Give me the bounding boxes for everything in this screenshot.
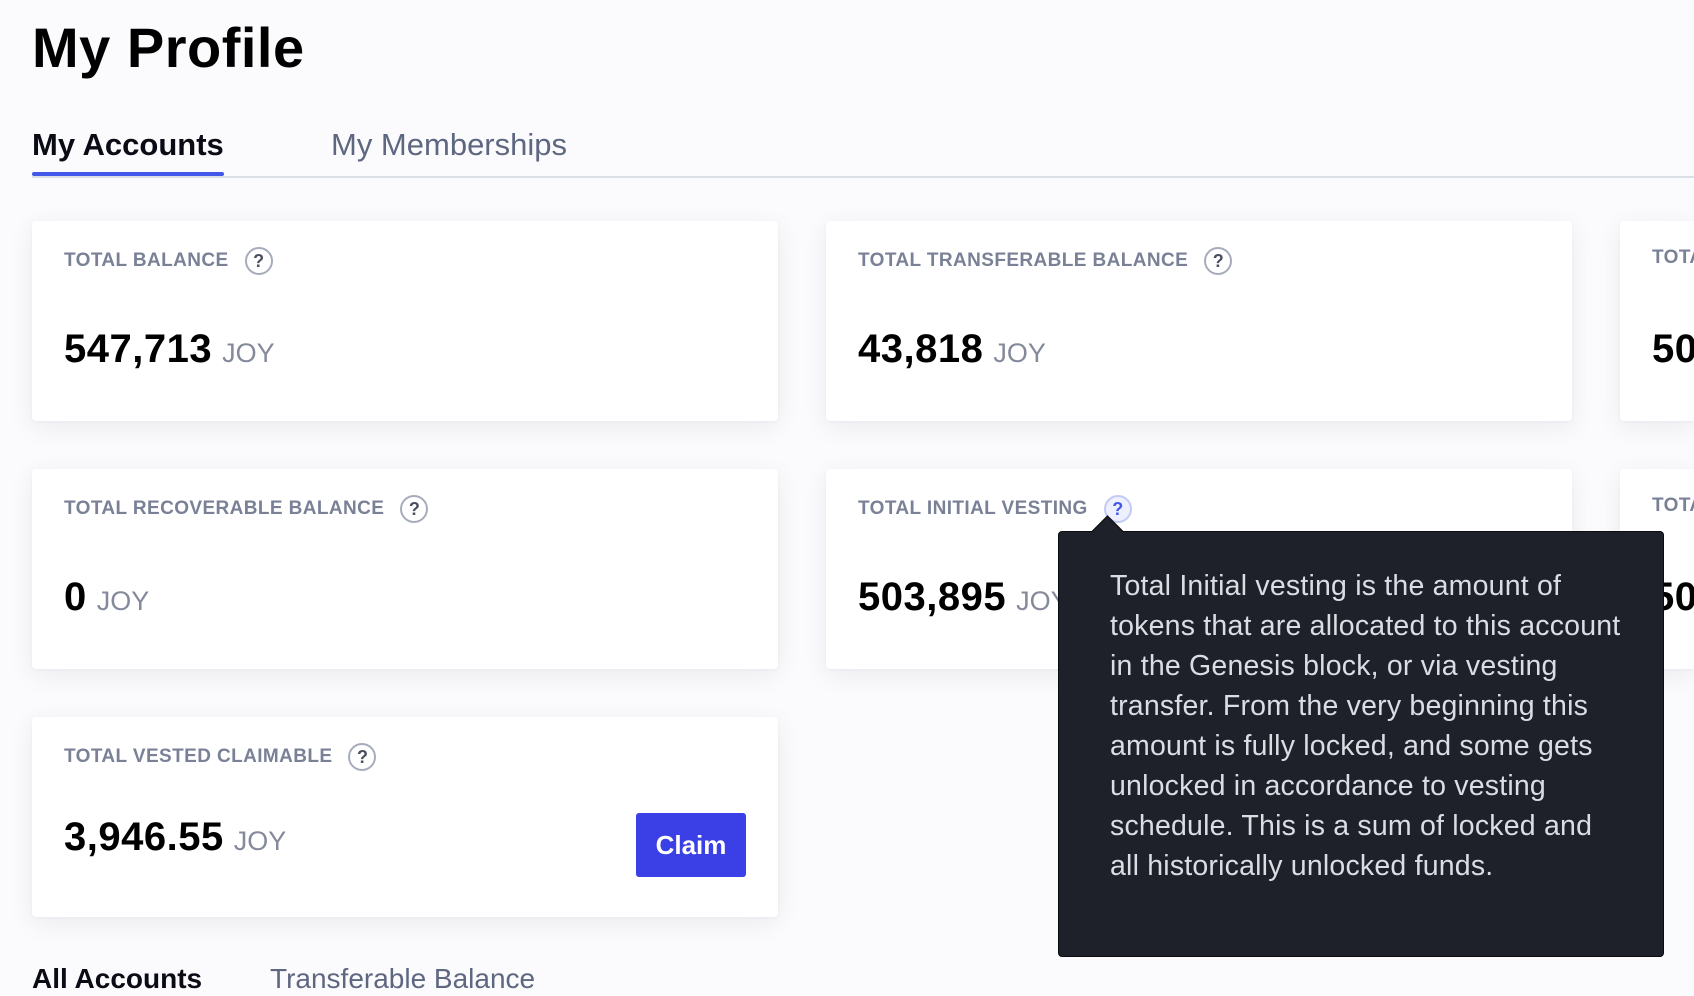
claim-button[interactable]: Claim [636,813,746,877]
partial-card-label: TOTA [1652,495,1694,516]
total-recoverable-balance-label: TOTAL RECOVERABLE BALANCE [64,498,385,519]
tab-all-accounts[interactable]: All Accounts [32,962,202,996]
total-balance-card: TOTAL BALANCE ? 547,713 JOY [32,221,778,421]
total-recoverable-balance-value: 0 JOY [64,575,149,620]
total-vested-claimable-amount: 3,946.55 [64,815,224,859]
total-balance-value: 547,713 JOY [64,327,275,372]
help-icon[interactable]: ? [244,247,273,275]
help-icon[interactable]: ? [348,743,377,771]
tab-transferable-balance[interactable]: Transferable Balance [270,962,535,996]
partial-balance-card-top: TOTA 50 [1620,221,1694,421]
total-transferable-balance-unit: JOY [993,338,1046,368]
partial-card-value: 50 [1652,327,1694,372]
page-title: My Profile [32,16,305,79]
total-balance-unit: JOY [222,338,275,368]
total-vested-claimable-value: 3,946.55 JOY [64,815,286,860]
total-transferable-balance-label: TOTAL TRANSFERABLE BALANCE [858,250,1189,271]
tab-my-memberships[interactable]: My Memberships [331,126,567,163]
total-initial-vesting-value: 503,895 JOY [858,575,1069,620]
help-icon[interactable]: ? [400,495,429,523]
total-recoverable-balance-amount: 0 [64,575,87,619]
total-initial-vesting-tooltip: Total Initial vesting is the amount of t… [1058,531,1664,957]
tab-my-accounts[interactable]: My Accounts [32,126,224,177]
total-transferable-balance-amount: 43,818 [858,327,984,371]
tooltip-text: Total Initial vesting is the amount of t… [1110,570,1621,882]
total-transferable-balance-card: TOTAL TRANSFERABLE BALANCE ? 43,818 JOY [826,221,1572,421]
total-vested-claimable-label: TOTAL VESTED CLAIMABLE [64,746,333,767]
total-vested-claimable-unit: JOY [233,826,287,856]
total-initial-vesting-label: TOTAL INITIAL VESTING [858,498,1088,519]
total-transferable-balance-value: 43,818 JOY [858,327,1046,372]
total-balance-label: TOTAL BALANCE [64,250,229,271]
partial-card-amount: 50 [1652,327,1694,371]
total-recoverable-balance-card: TOTAL RECOVERABLE BALANCE ? 0 JOY [32,469,778,669]
total-initial-vesting-amount: 503,895 [858,575,1007,619]
total-vested-claimable-card: TOTAL VESTED CLAIMABLE ? 3,946.55 JOY Cl… [32,717,778,917]
partial-card-label: TOTA [1652,247,1694,268]
help-icon[interactable]: ? [1204,247,1233,275]
total-balance-amount: 547,713 [64,327,213,371]
total-recoverable-balance-unit: JOY [96,586,150,616]
profile-tabs: My Accounts My Memberships [32,116,1694,178]
